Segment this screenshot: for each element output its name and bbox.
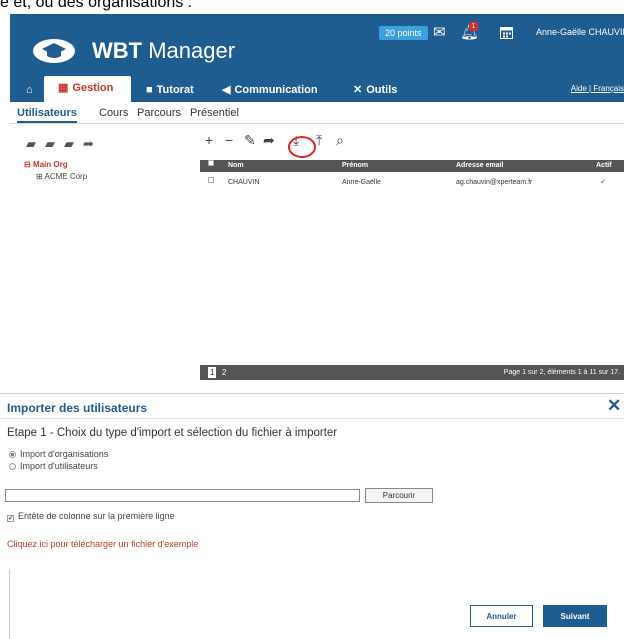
document-caption: e et, ou des organisations : — [0, 0, 624, 14]
app-header: WBT Manager 20 points ✉ 🔔︎ 1 Anne-Gaëlle… — [10, 14, 624, 78]
app-title: WBT Manager — [92, 38, 235, 64]
table-row[interactable]: CHAUVIN Anne-Gaëlle ag.chauvin@xperteam.… — [200, 177, 624, 189]
export-icon[interactable]: ⤒ — [316, 132, 322, 149]
cell-prenom: Anne-Gaëlle — [342, 179, 381, 186]
cell-email: ag.chauvin@xperteam.fr — [456, 179, 533, 186]
nav-tab-communication[interactable]: ◀ Communication — [222, 78, 318, 102]
remove-icon[interactable]: − — [225, 132, 233, 148]
tools-icon: ✕ — [353, 84, 363, 96]
next-button[interactable]: Suivant — [543, 605, 607, 627]
radio-button[interactable] — [9, 463, 16, 470]
nav-tab-tutorat[interactable]: ■ Tutorat — [146, 78, 194, 102]
tree-node[interactable]: ⊞ ACME Corp — [36, 172, 194, 181]
pager-info: Page 1 sur 2, éléments 1 à 11 sur 17. — [503, 369, 620, 376]
col-header-nom[interactable]: Nom — [228, 160, 244, 172]
grid-pager: 1 2 Page 1 sur 2, éléments 1 à 11 sur 17… — [200, 365, 624, 380]
col-header-prenom[interactable]: Prénom — [342, 160, 368, 172]
subnav-utilisateurs[interactable]: Utilisateurs — [17, 107, 77, 123]
users-grid: Nom Prénom Adresse email Actif CHAUVIN A… — [200, 160, 624, 380]
subnav-cours[interactable]: Cours — [99, 107, 128, 119]
close-icon[interactable]: ✕ — [607, 396, 621, 416]
import-highlight-circle — [288, 136, 316, 158]
book-icon: ■ — [146, 84, 153, 96]
radio-label: Import d'organisations — [20, 449, 109, 459]
add-icon[interactable]: + — [205, 132, 213, 148]
page-button[interactable]: 2 — [220, 367, 228, 378]
grid-header: Nom Prénom Adresse email Actif — [200, 160, 624, 172]
dialog-title: Importer des utilisateurs — [7, 401, 148, 415]
nav-tab-label: Communication — [234, 84, 318, 96]
mail-icon[interactable]: ✉ — [433, 24, 446, 42]
subnav-parcours[interactable]: Parcours — [137, 107, 181, 119]
radio-button[interactable] — [9, 451, 16, 458]
caption-text: e et, ou des organisations : — [0, 0, 193, 11]
file-path-input[interactable] — [5, 489, 360, 502]
nav-tab-label: Tutorat — [156, 84, 194, 96]
checkbox-checked[interactable]: ✔ — [7, 515, 14, 522]
app-title-bold: WBT — [92, 38, 143, 63]
tree-root-label: Main Org — [32, 160, 68, 169]
edit-folder-icon[interactable]: ▰ — [64, 136, 74, 152]
browse-button[interactable]: Parcourir — [365, 488, 433, 503]
move-arrow-icon[interactable]: ➦ — [83, 136, 94, 152]
nav-tab-label: Outils — [366, 84, 398, 96]
col-header-actif[interactable]: Actif — [596, 160, 612, 172]
checkbox-label: Entête de colonne sur la première ligne — [18, 511, 175, 521]
page-button[interactable]: 1 — [208, 367, 217, 378]
add-subfolder-icon[interactable]: ▰ — [45, 136, 55, 152]
table-icon: ▦ — [58, 82, 69, 94]
move-arrow-icon[interactable]: ➦ — [263, 132, 275, 149]
nav-links: Aide | Français — [571, 84, 624, 93]
cell-nom: CHAUVIN — [228, 179, 260, 186]
sub-nav: Utilisateurs Cours Parcours Présentiel — [10, 104, 624, 124]
dialog-left-border — [9, 569, 10, 639]
radio-import-organisations[interactable]: Import d'organisations — [9, 449, 108, 459]
download-sample-link[interactable]: Cliquez ici pour télécharger un fichier … — [7, 539, 198, 549]
megaphone-icon: ◀ — [222, 84, 231, 96]
link-separator: | — [589, 84, 592, 93]
pencil-icon[interactable]: ✎ — [244, 132, 256, 149]
logo-cap-icon — [33, 39, 75, 63]
search-icon[interactable]: ⌕ — [336, 132, 344, 149]
language-link[interactable]: Français — [593, 84, 624, 93]
tree-root[interactable]: ⊟ Main Org — [24, 160, 194, 169]
app-title-rest: Manager — [142, 38, 236, 63]
cancel-button[interactable]: Annuler — [470, 605, 533, 627]
col-header-email[interactable]: Adresse email — [456, 160, 503, 172]
points-badge[interactable]: 20 points — [379, 26, 428, 40]
nav-tab-outils[interactable]: ✕ Outils — [353, 78, 397, 102]
notification-count-badge: 1 — [469, 22, 478, 31]
step-title: Etape 1 - Choix du type d'import et séle… — [7, 427, 338, 439]
user-menu[interactable]: Anne-Gaëlle CHAUVIN — [536, 27, 624, 37]
tree-branch-icon: ⊞ — [36, 172, 43, 181]
add-folder-icon[interactable]: ▰ — [26, 136, 36, 152]
org-tree: ⊟ Main Org ⊞ ACME Corp — [24, 160, 194, 181]
main-nav: ⌂ ▦ Gestion ■ Tutorat ◀ Communication ✕ Outi… — [10, 76, 624, 102]
calendar-icon[interactable] — [500, 26, 513, 39]
dialog-divider — [0, 418, 624, 419]
header-row-checkbox[interactable]: ✔ Entête de colonne sur la première ligne — [7, 511, 175, 522]
nav-tab-label: Gestion — [72, 82, 114, 94]
radio-label: Import d'utilisateurs — [20, 461, 98, 471]
home-icon[interactable]: ⌂ — [26, 78, 33, 102]
tree-collapse-icon[interactable]: ⊟ — [24, 160, 31, 169]
subnav-presentiel[interactable]: Présentiel — [190, 107, 239, 119]
nav-tab-gestion[interactable]: ▦ Gestion — [44, 76, 132, 102]
import-dialog: Importer des utilisateurs ✕ Etape 1 - Ch… — [0, 393, 624, 639]
help-link[interactable]: Aide — [571, 84, 587, 93]
radio-import-utilisateurs[interactable]: Import d'utilisateurs — [9, 461, 98, 471]
tree-node-label: ACME Corp — [44, 172, 88, 181]
